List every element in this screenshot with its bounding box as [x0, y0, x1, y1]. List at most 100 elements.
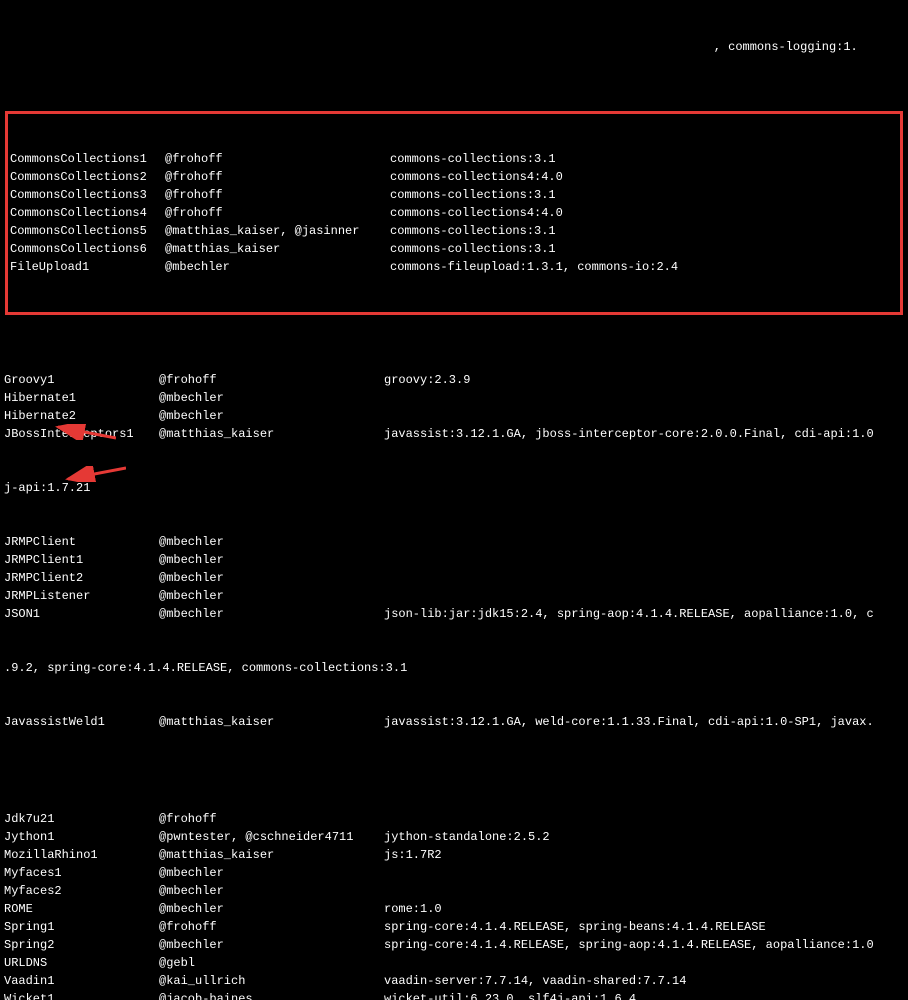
payload-name: JRMPClient — [4, 533, 159, 551]
payload-name: Hibernate1 — [4, 389, 159, 407]
payload-row: Spring1@frohoffspring-core:4.1.4.RELEASE… — [4, 918, 904, 936]
payload-author: @pwntester, @cschneider4711 — [159, 828, 384, 846]
payload-name: CommonsCollections3 — [10, 186, 165, 204]
payload-author: @frohoff — [159, 371, 384, 389]
payload-row: JSON1@mbechlerjson-lib:jar:jdk15:2.4, sp… — [4, 605, 904, 623]
payload-name: Spring2 — [4, 936, 159, 954]
payload-row: Wicket1@jacob-baineswicket-util:6.23.0, … — [4, 990, 904, 1000]
payload-row: FileUpload1@mbechlercommons-fileupload:1… — [10, 258, 898, 276]
payload-name: Hibernate2 — [4, 407, 159, 425]
truncated-top-line: , commons-logging:1. — [4, 38, 904, 56]
payload-name: URLDNS — [4, 954, 159, 972]
payload-row: CommonsCollections4@frohoffcommons-colle… — [10, 204, 898, 222]
payload-author: @mbechler — [165, 258, 390, 276]
payload-author: @frohoff — [159, 810, 384, 828]
payload-deps: commons-collections:3.1 — [390, 222, 556, 240]
payload-deps: js:1.7R2 — [384, 846, 442, 864]
payload-deps: commons-collections:3.1 — [390, 186, 556, 204]
payload-row: Spring2@mbechlerspring-core:4.1.4.RELEAS… — [4, 936, 904, 954]
payload-author: @matthias_kaiser — [159, 846, 384, 864]
payload-name: CommonsCollections2 — [10, 168, 165, 186]
payload-name: Jdk7u21 — [4, 810, 159, 828]
payload-row: ROME@mbechlerrome:1.0 — [4, 900, 904, 918]
payload-name: FileUpload1 — [10, 258, 165, 276]
payload-row: CommonsCollections2@frohoffcommons-colle… — [10, 168, 898, 186]
terminal-output: , commons-logging:1. CommonsCollections1… — [0, 0, 908, 1000]
payload-name: CommonsCollections6 — [10, 240, 165, 258]
payload-deps: wicket-util:6.23.0, slf4j-api:1.6.4 — [384, 990, 636, 1000]
payload-row: Hibernate1@mbechler — [4, 389, 904, 407]
payload-author: @mbechler — [159, 936, 384, 954]
payload-name: JRMPClient1 — [4, 551, 159, 569]
payload-author: @mbechler — [159, 605, 384, 623]
payload-author: @mbechler — [159, 389, 384, 407]
payload-row: JBossInterceptors1@matthias_kaiserjavass… — [4, 425, 904, 443]
payload-name: Myfaces1 — [4, 864, 159, 882]
payload-name: JRMPListener — [4, 587, 159, 605]
payload-row: JRMPClient2@mbechler — [4, 569, 904, 587]
payload-author: @mbechler — [159, 900, 384, 918]
payload-name: Myfaces2 — [4, 882, 159, 900]
payload-author: @mbechler — [159, 407, 384, 425]
payload-name: JRMPClient2 — [4, 569, 159, 587]
payload-row: URLDNS@gebl — [4, 954, 904, 972]
payload-author: @frohoff — [165, 168, 390, 186]
payload-author: @matthias_kaiser, @jasinner — [165, 222, 390, 240]
payload-deps: commons-fileupload:1.3.1, commons-io:2.4 — [390, 258, 678, 276]
payload-row: Vaadin1@kai_ullrichvaadin-server:7.7.14,… — [4, 972, 904, 990]
payload-author: @mbechler — [159, 587, 384, 605]
payload-deps: json-lib:jar:jdk15:2.4, spring-aop:4.1.4… — [384, 605, 874, 623]
payload-name: Groovy1 — [4, 371, 159, 389]
payload-deps: commons-collections:3.1 — [390, 240, 556, 258]
payload-name: JavassistWeld1 — [4, 713, 159, 731]
payload-deps: commons-collections:3.1 — [390, 150, 556, 168]
payload-deps: vaadin-server:7.7.14, vaadin-shared:7.7.… — [384, 972, 686, 990]
payload-name: Vaadin1 — [4, 972, 159, 990]
payload-deps: rome:1.0 — [384, 900, 442, 918]
payload-row: JRMPClient@mbechler — [4, 533, 904, 551]
payload-deps: javassist:3.12.1.GA, weld-core:1.1.33.Fi… — [384, 713, 874, 731]
payload-row: CommonsCollections3@frohoffcommons-colle… — [10, 186, 898, 204]
payload-name: JSON1 — [4, 605, 159, 623]
payload-deps: javassist:3.12.1.GA, jboss-interceptor-c… — [384, 425, 874, 443]
payload-row: CommonsCollections1@frohoffcommons-colle… — [10, 150, 898, 168]
payload-author: @gebl — [159, 954, 384, 972]
payload-author: @frohoff — [165, 150, 390, 168]
payload-row: JRMPListener@mbechler — [4, 587, 904, 605]
payload-deps: commons-collections4:4.0 — [390, 204, 563, 222]
payload-row: Myfaces1@mbechler — [4, 864, 904, 882]
payload-deps: spring-core:4.1.4.RELEASE, spring-beans:… — [384, 918, 766, 936]
payload-row: JavassistWeld1@matthias_kaiserjavassist:… — [4, 713, 904, 731]
payload-row: MozillaRhino1@matthias_kaiserjs:1.7R2 — [4, 846, 904, 864]
payload-name: CommonsCollections1 — [10, 150, 165, 168]
payload-row: Jython1@pwntester, @cschneider4711jython… — [4, 828, 904, 846]
payload-author: @frohoff — [165, 186, 390, 204]
payload-name: Wicket1 — [4, 990, 159, 1000]
payload-author: @mbechler — [159, 533, 384, 551]
payload-author: @frohoff — [159, 918, 384, 936]
payload-row: CommonsCollections6@matthias_kaisercommo… — [10, 240, 898, 258]
payload-row: Groovy1@frohoffgroovy:2.3.9 — [4, 371, 904, 389]
payload-author: @jacob-baines — [159, 990, 384, 1000]
payload-row: Jdk7u21@frohoff — [4, 810, 904, 828]
payload-name: MozillaRhino1 — [4, 846, 159, 864]
arrow-annotation-urldns — [62, 466, 126, 482]
payload-deps: groovy:2.3.9 — [384, 371, 470, 389]
payload-row: CommonsCollections5@matthias_kaiser, @ja… — [10, 222, 898, 240]
payload-row: Hibernate2@mbechler — [4, 407, 904, 425]
payload-author: @matthias_kaiser — [165, 240, 390, 258]
payload-deps: spring-core:4.1.4.RELEASE, spring-aop:4.… — [384, 936, 874, 954]
payload-author: @matthias_kaiser — [159, 713, 384, 731]
payload-name: ROME — [4, 900, 159, 918]
payload-deps: jython-standalone:2.5.2 — [384, 828, 550, 846]
highlight-box: CommonsCollections1@frohoffcommons-colle… — [5, 111, 903, 315]
payload-deps: commons-collections4:4.0 — [390, 168, 563, 186]
wrap-line: j-api:1.7.21 — [4, 479, 904, 497]
payload-name: Jython1 — [4, 828, 159, 846]
payload-name: CommonsCollections5 — [10, 222, 165, 240]
payload-name: CommonsCollections4 — [10, 204, 165, 222]
payload-row: JRMPClient1@mbechler — [4, 551, 904, 569]
payload-row: Myfaces2@mbechler — [4, 882, 904, 900]
payload-author: @mbechler — [159, 569, 384, 587]
payload-author: @mbechler — [159, 864, 384, 882]
